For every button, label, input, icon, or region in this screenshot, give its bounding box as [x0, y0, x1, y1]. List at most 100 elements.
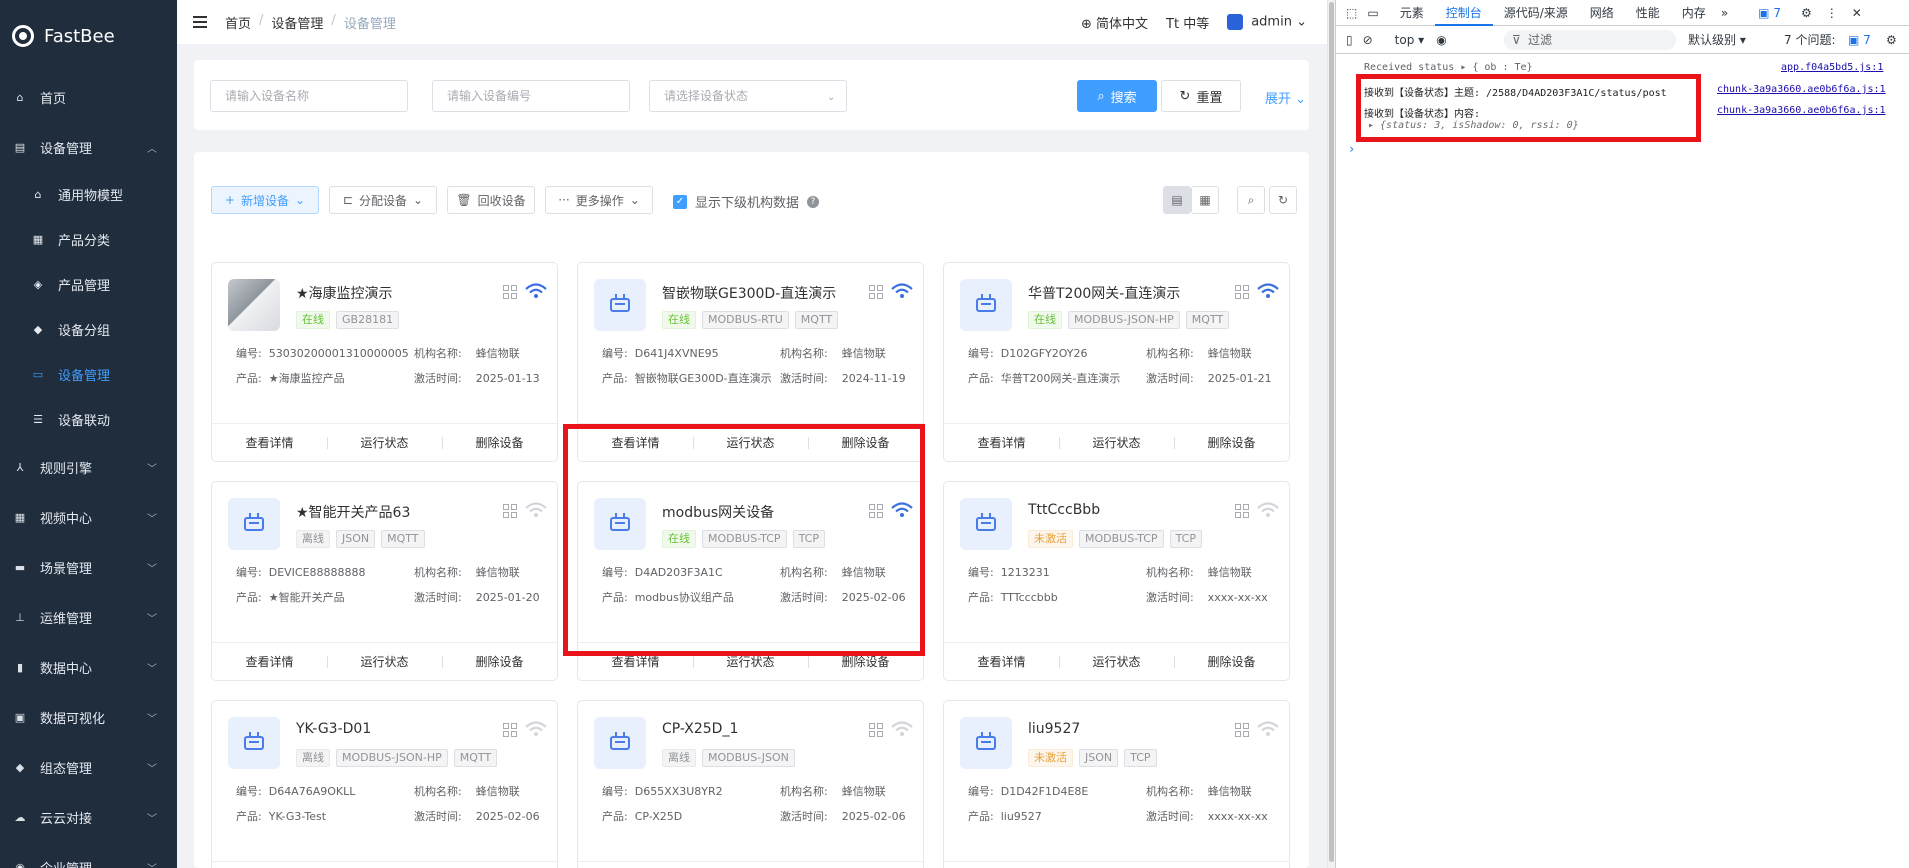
device-serial-input[interactable] — [432, 80, 630, 112]
user-menu[interactable]: admin ⌄ — [1227, 14, 1307, 30]
sidebar-subitem-device-management[interactable]: ▭ 设备管理 — [0, 352, 177, 397]
show-sub-org-checkbox[interactable]: ✓ 显示下级机构数据? — [673, 192, 820, 211]
breadcrumb-item[interactable]: 设备管理 — [271, 13, 323, 32]
run-status-button[interactable]: 运行状态 — [1059, 643, 1174, 680]
delete-device-button[interactable]: 删除设备 — [442, 862, 557, 868]
search-button[interactable]: ⌕ 搜索 — [1077, 80, 1157, 112]
devtools-tab-memory[interactable]: 内存 — [1671, 0, 1717, 26]
sidebar-item-enterprise-management[interactable]: ◉ 企业管理 ﹀ — [0, 842, 177, 868]
qr-code-icon[interactable] — [869, 285, 883, 299]
scrollbar-thumb[interactable] — [1329, 2, 1334, 862]
devtools-tab-performance[interactable]: 性能 — [1625, 0, 1671, 26]
hamburger-icon[interactable] — [193, 16, 207, 28]
delete-device-button[interactable]: 删除设备 — [442, 643, 557, 680]
console-filter-input[interactable]: ⊽ 过滤 — [1504, 30, 1676, 50]
delete-device-button[interactable]: 删除设备 — [1174, 862, 1289, 868]
add-device-button[interactable]: + 新增设备 ⌄ — [211, 186, 319, 214]
device-status-select[interactable] — [649, 80, 847, 112]
run-status-button[interactable]: 运行状态 — [327, 862, 442, 868]
qr-code-icon[interactable] — [1235, 504, 1249, 518]
view-details-button[interactable]: 查看详情 — [212, 862, 327, 868]
console-source-link[interactable]: chunk-3a9a3660.ae0b6f6a.js:1 — [1717, 105, 1886, 116]
sidebar-subitem-device-group[interactable]: ◆ 设备分组 — [0, 307, 177, 352]
refresh-button[interactable]: ↻ — [1269, 186, 1297, 214]
sidebar-item-config-management[interactable]: ◆ 组态管理 ﹀ — [0, 742, 177, 792]
run-status-button[interactable]: 运行状态 — [1059, 862, 1174, 868]
sidebar-item-scene-management[interactable]: ▬ 场景管理 ﹀ — [0, 542, 177, 592]
device-name-input[interactable] — [210, 80, 408, 112]
font-size-switch[interactable]: Tt 中等 — [1166, 13, 1209, 32]
expand-link[interactable]: 展开 ⌄ — [1265, 88, 1306, 107]
device-card[interactable]: 华普T200网关-直连演示 在线 MODBUS-JSON-HP MQTT 编号: D… — [943, 262, 1290, 462]
inspect-icon[interactable]: ⬚ — [1346, 6, 1357, 20]
sidebar-subitem-device-linkage[interactable]: ☰ 设备联动 — [0, 397, 177, 442]
logo[interactable]: FastBee — [0, 0, 177, 72]
view-details-button[interactable]: 查看详情 — [212, 424, 327, 461]
sidebar-item-ops-management[interactable]: ⊥ 运维管理 ﹀ — [0, 592, 177, 642]
view-details-button[interactable]: 查看详情 — [578, 862, 693, 868]
run-status-button[interactable]: 运行状态 — [327, 424, 442, 461]
language-switch[interactable]: ⊕ 简体中文 — [1081, 13, 1148, 32]
run-status-button[interactable]: 运行状态 — [693, 862, 808, 868]
sidebar-subitem-thing-model[interactable]: ⌂ 通用物模型 — [0, 172, 177, 217]
devtools-tab-console[interactable]: 控制台 — [1434, 0, 1493, 26]
device-toolbar-icon[interactable]: ▭ — [1367, 6, 1378, 20]
device-name[interactable]: CP-X25D_1 — [662, 721, 738, 737]
message-count-badge[interactable]: ▣ 7 — [1758, 6, 1781, 20]
view-details-button[interactable]: 查看详情 — [944, 643, 1059, 680]
log-level-select[interactable]: 默认级别 ▾ — [1688, 31, 1746, 48]
sidebar-item-cloud-integration[interactable]: ☁ 云云对接 ﹀ — [0, 792, 177, 842]
devtools-tab-elements[interactable]: 元素 — [1389, 0, 1435, 26]
recycle-device-button[interactable]: 🗑 回收设备 — [447, 186, 535, 214]
reset-button[interactable]: ↻ 重置 — [1161, 80, 1241, 112]
device-card[interactable]: TttCccBbb 未激活 MODBUS-TCP TCP 编号: 1213231 机… — [943, 481, 1290, 681]
console-source-link[interactable]: app.f04a5bd5.js:1 — [1781, 62, 1883, 73]
qr-code-icon[interactable] — [869, 723, 883, 737]
sidebar-item-device-management[interactable]: ▤ 设备管理 ︿ — [0, 122, 177, 172]
delete-device-button[interactable]: 删除设备 — [442, 424, 557, 461]
devtools-tab-sources[interactable]: 源代码/来源 — [1493, 0, 1579, 26]
clear-console-icon[interactable]: ⊘ — [1363, 33, 1373, 47]
device-name[interactable]: TttCccBbb — [1028, 502, 1100, 518]
kebab-menu-icon[interactable]: ⋮ — [1826, 6, 1838, 20]
qr-code-icon[interactable] — [503, 285, 517, 299]
device-name[interactable]: YK-G3-D01 — [296, 721, 371, 737]
run-status-button[interactable]: 运行状态 — [327, 643, 442, 680]
context-select[interactable]: top ▾ — [1395, 33, 1425, 47]
device-card[interactable]: liu9527 未激活 JSON TCP 编号: D1D42F1D4E8E 机构名称… — [943, 700, 1290, 868]
sidebar-item-data-center[interactable]: ▮ 数据中心 ﹀ — [0, 642, 177, 692]
view-details-button[interactable]: 查看详情 — [212, 643, 327, 680]
settings-icon[interactable]: ⚙ — [1801, 6, 1812, 20]
delete-device-button[interactable]: 删除设备 — [1174, 424, 1289, 461]
issues-badge[interactable]: ▣ 7 — [1848, 33, 1871, 47]
device-name[interactable]: ★海康监控演示 — [296, 283, 393, 303]
more-actions-button[interactable]: ··· 更多操作 ⌄ — [545, 186, 653, 214]
sidebar-subitem-product-category[interactable]: ▦ 产品分类 — [0, 217, 177, 262]
assign-device-button[interactable]: ⊏ 分配设备 ⌄ — [329, 186, 437, 214]
console-prompt[interactable]: › — [1348, 142, 1355, 156]
qr-code-icon[interactable] — [1235, 285, 1249, 299]
device-card[interactable]: YK-G3-D01 离线 MODBUS-JSON-HP MQTT 编号: D64A7… — [211, 700, 558, 868]
view-details-button[interactable]: 查看详情 — [944, 424, 1059, 461]
sidebar-item-data-visualization[interactable]: ▣ 数据可视化 ﹀ — [0, 692, 177, 742]
more-tabs-icon[interactable]: » — [1721, 6, 1728, 20]
sidebar-toggle-icon[interactable]: ▯ — [1346, 33, 1353, 47]
sidebar-item-home[interactable]: ⌂ 首页 — [0, 72, 177, 122]
device-name[interactable]: 智嵌物联GE300D-直连演示 — [662, 283, 836, 303]
eye-icon[interactable]: ◉ — [1436, 33, 1446, 47]
help-icon[interactable]: ? — [807, 195, 820, 208]
search-toggle-button[interactable]: ⌕ — [1237, 186, 1265, 214]
grid-view-toggle[interactable]: ▦ — [1191, 186, 1219, 214]
device-card[interactable]: CP-X25D_1 离线 MODBUS-JSON 编号: D655XX3U8YR2… — [577, 700, 924, 868]
console-source-link[interactable]: chunk-3a9a3660.ae0b6f6a.js:1 — [1717, 84, 1886, 95]
issues-label[interactable]: 7 个问题: — [1784, 31, 1836, 48]
delete-device-button[interactable]: 删除设备 — [808, 862, 923, 868]
device-name[interactable]: ★智能开关产品63 — [296, 502, 410, 522]
devtools-tab-network[interactable]: 网络 — [1579, 0, 1625, 26]
sidebar-item-video-center[interactable]: ▦ 视频中心 ﹀ — [0, 492, 177, 542]
sidebar-subitem-product-management[interactable]: ◈ 产品管理 — [0, 262, 177, 307]
run-status-button[interactable]: 运行状态 — [1059, 424, 1174, 461]
console-settings-icon[interactable]: ⚙ — [1886, 33, 1897, 47]
qr-code-icon[interactable] — [503, 723, 517, 737]
qr-code-icon[interactable] — [1235, 723, 1249, 737]
